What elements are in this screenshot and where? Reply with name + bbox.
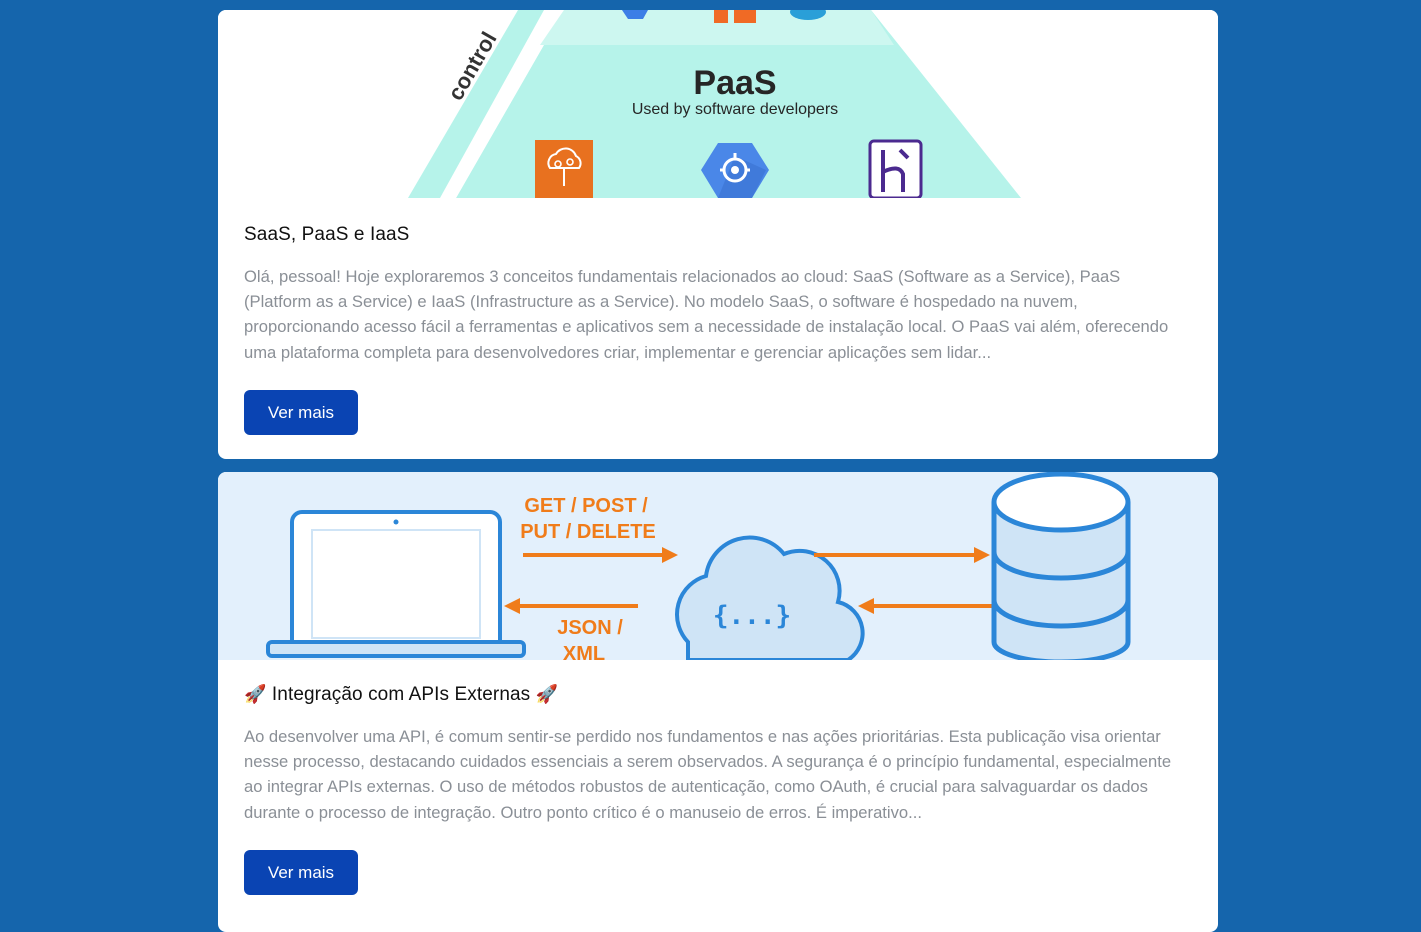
paas-headline: PaaS — [693, 64, 776, 102]
post-card: GET / POST / PUT / DELETE JSON / XML {..… — [218, 472, 1218, 932]
db-to-cloud-arrow — [858, 598, 994, 614]
database-icon — [991, 472, 1131, 660]
cloud-tree-icon — [535, 140, 593, 198]
paas-pyramid-illustration: control PaaS Used by software developers — [408, 10, 1021, 198]
json-braces-label: {...} — [713, 601, 791, 631]
cloud-to-db-arrow — [814, 547, 990, 563]
post-excerpt: Ao desenvolver uma API, é comum sentir-s… — [244, 727, 1172, 822]
api-integration-illustration: GET / POST / PUT / DELETE JSON / XML {..… — [266, 472, 1131, 660]
request-arrow — [523, 547, 678, 563]
rocket-icon: 🚀 — [244, 684, 267, 705]
laptop-icon — [266, 510, 526, 658]
post-card: control PaaS Used by software developers — [218, 10, 1218, 459]
request-methods-line1: GET / POST / — [524, 495, 648, 517]
heroku-icon — [868, 139, 923, 198]
post-image: GET / POST / PUT / DELETE JSON / XML {..… — [218, 472, 1218, 660]
paas-subline: Used by software developers — [632, 101, 838, 118]
response-format-line1: JSON / — [557, 617, 623, 639]
partial-orange-icon — [714, 10, 728, 23]
response-arrow — [504, 598, 638, 614]
request-methods-line2: PUT / DELETE — [520, 521, 656, 543]
post-title-text: Integração com APIs Externas — [271, 684, 531, 705]
rocket-icon: 🚀 — [535, 684, 559, 705]
post-title: 🚀 Integração com APIs Externas 🚀 — [244, 684, 1192, 706]
post-excerpt: Olá, pessoal! Hoje exploraremos 3 concei… — [244, 267, 1169, 362]
post-title: SaaS, PaaS e IaaS — [244, 224, 410, 245]
see-more-button[interactable]: Ver mais — [244, 850, 358, 895]
see-more-button[interactable]: Ver mais — [244, 390, 358, 435]
post-image: control PaaS Used by software developers — [218, 10, 1218, 198]
response-format-line2: XML — [563, 643, 605, 660]
